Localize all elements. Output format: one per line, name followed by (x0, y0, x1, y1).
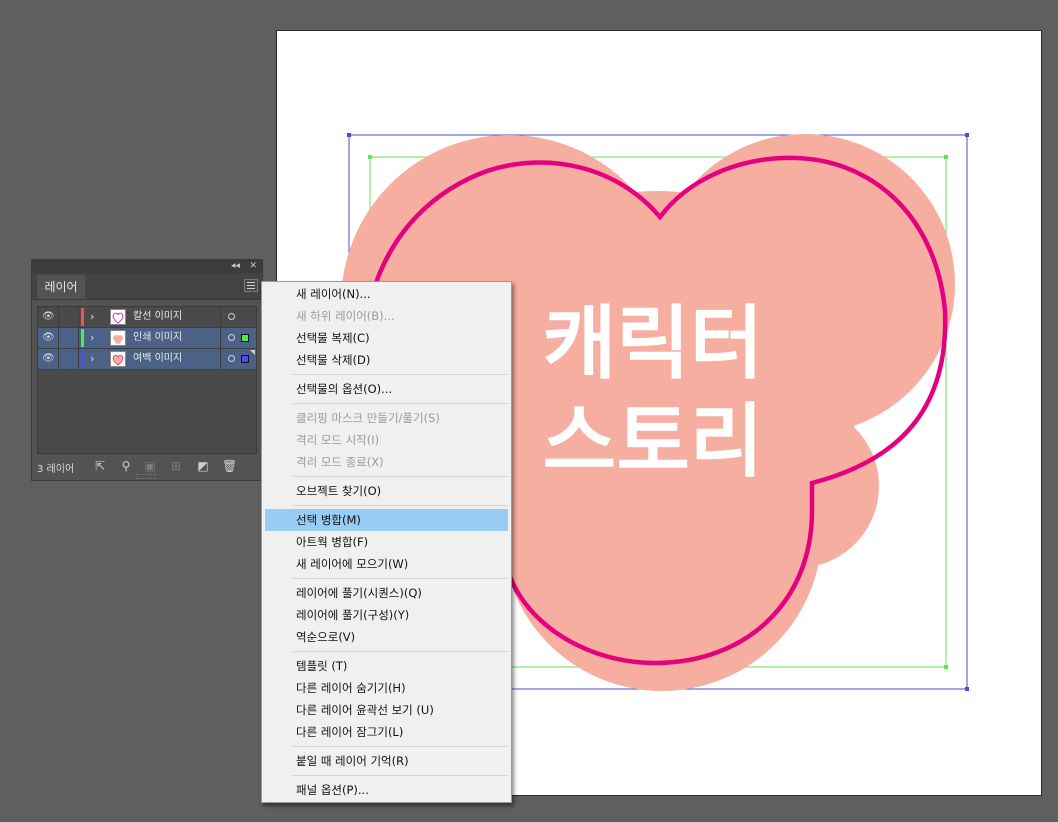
menu-item-exit-isolation: 격리 모드 종료(X) (296, 455, 384, 469)
artwork-title-line2: 스토리 (543, 395, 764, 488)
layer-thumbnail (110, 330, 126, 346)
menu-item-duplicate-selection[interactable]: 선택물 복제(C) (262, 327, 511, 349)
menu-item-lock-others[interactable]: 다른 레이어 잠그기(L) (262, 721, 511, 743)
locate-object-icon[interactable]: ⚲ (119, 459, 133, 473)
menu-item-template[interactable]: 템플릿 (T) (262, 655, 511, 677)
menu-item-release-sequence[interactable]: 레이어에 풀기(시퀀스)(Q) (262, 582, 511, 604)
layer-thumbnail (110, 351, 126, 367)
layer-row[interactable]: 👁 › 칼선 이미지 (38, 307, 256, 328)
selection-indicator[interactable] (241, 334, 249, 342)
heart-margin-icon (112, 354, 124, 366)
menu-item-selection-options[interactable]: 선택물의 옵션(O)... (262, 378, 511, 400)
menu-separator (262, 648, 511, 655)
menu-item-flatten-artwork[interactable]: 아트웍 병합(F) (262, 531, 511, 553)
bbox-handle[interactable] (944, 155, 948, 159)
layer-row[interactable]: 👁 › 여백 이미지 (38, 349, 256, 370)
expand-chevron-icon[interactable]: › (90, 331, 94, 345)
menu-item-panel-options[interactable]: 패널 옵션(P)... (262, 779, 511, 801)
menu-separator (262, 400, 511, 407)
visibility-eye-icon[interactable]: 👁 (42, 333, 55, 343)
selection-indicator[interactable] (241, 355, 249, 363)
new-layer-icon[interactable]: ◩ (196, 459, 210, 473)
menu-separator (262, 772, 511, 779)
panel-titlebar[interactable]: ◂◂ ✕ (32, 260, 262, 273)
clipping-mask-icon[interactable]: ▣ (143, 459, 157, 473)
bbox-handle[interactable] (965, 687, 969, 691)
menu-item-paste-remembers-layers[interactable]: 붙일 때 레이어 기억(R) (262, 750, 511, 772)
menu-item-release-build[interactable]: 레이어에 풀기(구성)(Y) (262, 604, 511, 626)
layer-color-bar (81, 308, 84, 326)
menu-separator (262, 743, 511, 750)
menu-item-enter-isolation: 격리 모드 시작(I) (296, 433, 380, 447)
visibility-eye-icon[interactable]: 👁 (42, 354, 55, 364)
heart-outline-icon (112, 312, 124, 324)
tab-layers[interactable]: 레이어 (37, 275, 85, 299)
menu-item-locate-object[interactable]: 오브젝트 찾기(O) (262, 480, 511, 502)
bbox-handle[interactable] (347, 133, 351, 137)
delete-layer-icon[interactable]: 🗑 (222, 459, 237, 473)
expand-chevron-icon[interactable]: › (90, 310, 94, 324)
menu-separator (262, 473, 511, 480)
layer-target-icon[interactable] (228, 334, 235, 341)
menu-item-reverse-order[interactable]: 역순으로(V) (262, 626, 511, 648)
menu-item-hide-others[interactable]: 다른 레이어 숨기기(H) (262, 677, 511, 699)
visibility-eye-icon[interactable]: 👁 (42, 312, 55, 322)
bbox-handle[interactable] (965, 133, 969, 137)
layers-panel: ◂◂ ✕ 레이어 👁 › 칼선 이미지 👁 › 인쇄 이미지 👁 › 여백 이미… (31, 259, 263, 481)
layer-name: 여백 이미지 (133, 353, 183, 364)
menu-separator (262, 502, 511, 509)
layer-count: 3 레이어 (37, 464, 75, 475)
menu-item-collect-in-new-layer[interactable]: 새 레이어에 모으기(W) (262, 553, 511, 575)
layer-target-icon[interactable] (228, 355, 235, 362)
layer-list: 👁 › 칼선 이미지 👁 › 인쇄 이미지 👁 › 여백 이미지 (37, 306, 257, 454)
artwork-title-line1: 캐릭터 (543, 297, 764, 390)
menu-separator (262, 575, 511, 582)
panel-menu-icon[interactable] (244, 279, 258, 292)
menu-item-new-sublayer: 새 하위 레이어(B)... (296, 309, 395, 323)
layer-name: 칼선 이미지 (133, 311, 183, 322)
new-sublayer-icon[interactable]: ⊞ (169, 459, 183, 473)
menu-item-delete-selection[interactable]: 선택물 삭제(D) (262, 349, 511, 371)
collapse-panel-icon[interactable]: ◂◂ (231, 260, 240, 273)
layer-thumbnail (110, 309, 126, 325)
menu-item-merge-selected[interactable]: 선택 병합(M) (265, 509, 508, 531)
close-panel-icon[interactable]: ✕ (249, 260, 257, 273)
layer-row[interactable]: 👁 › 인쇄 이미지 (38, 328, 256, 349)
bbox-handle[interactable] (368, 155, 372, 159)
panel-footer: 3 레이어 ⇱ ⚲ ▣ ⊞ ◩ 🗑 (32, 454, 262, 480)
resize-grip[interactable] (136, 474, 156, 479)
menu-item-new-layer[interactable]: 새 레이어(N)... (262, 283, 511, 305)
menu-item-clipping-mask: 클리핑 마스크 만들기/풀기(S) (296, 411, 440, 425)
character-print-icon (113, 335, 123, 344)
export-icon[interactable]: ⇱ (93, 459, 107, 473)
expand-chevron-icon[interactable]: › (90, 352, 94, 366)
menu-item-outline-others[interactable]: 다른 레이어 윤곽선 보기 (U) (262, 699, 511, 721)
layer-color-bar (81, 329, 84, 347)
panel-tabbar: 레이어 (32, 273, 262, 300)
menu-separator (262, 371, 511, 378)
current-layer-marker (250, 350, 255, 355)
layers-panel-menu: 새 레이어(N)... 새 하위 레이어(B)... 선택물 복제(C) 선택물… (261, 281, 512, 803)
layer-name: 인쇄 이미지 (133, 332, 183, 343)
bbox-handle[interactable] (944, 665, 948, 669)
layer-color-bar (81, 350, 84, 368)
layer-target-icon[interactable] (228, 313, 235, 320)
